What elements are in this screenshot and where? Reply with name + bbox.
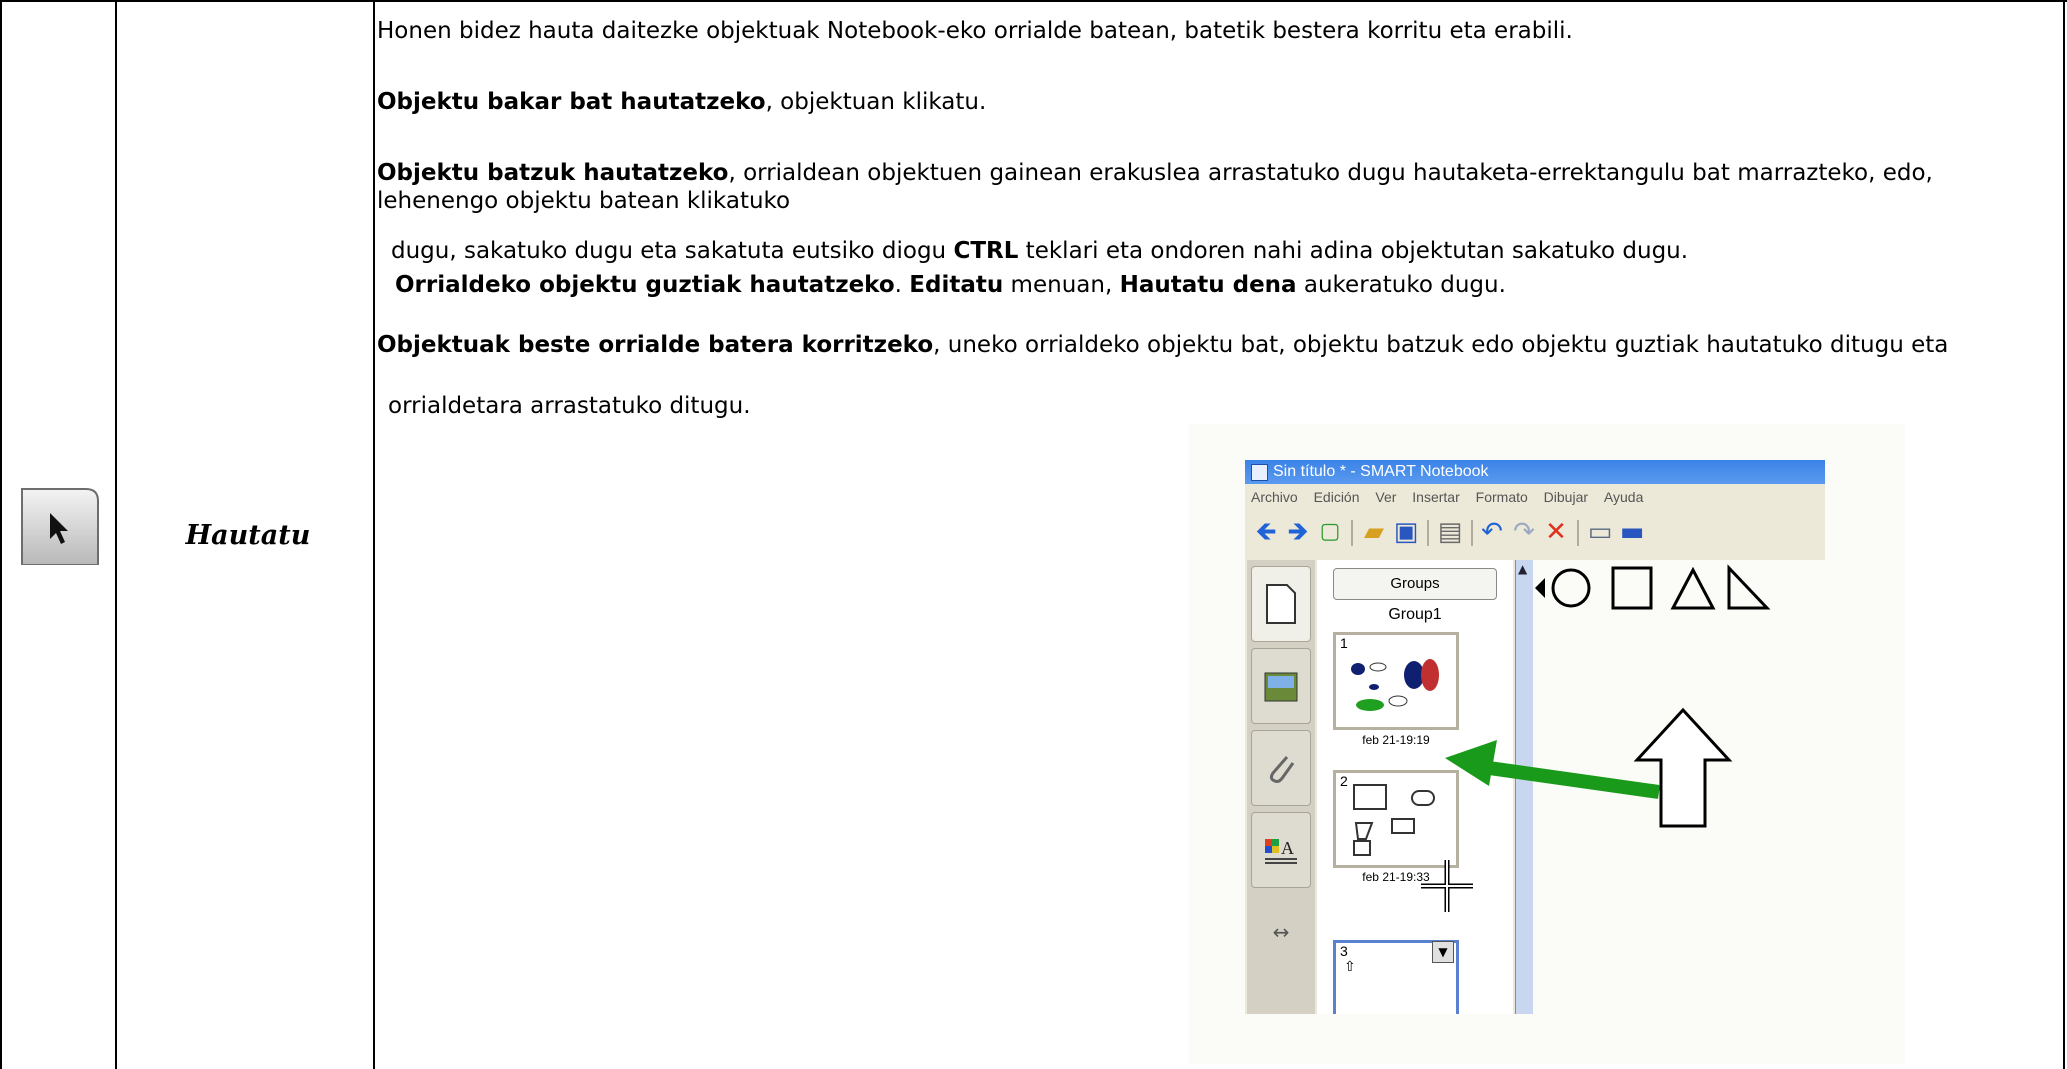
page-thumbnail-1[interactable]: 1: [1333, 632, 1459, 730]
menu-item-ayuda[interactable]: Ayuda: [1604, 489, 1643, 505]
groups-button[interactable]: Groups: [1333, 568, 1497, 600]
properties-tab[interactable]: A: [1251, 812, 1311, 888]
description-single-select: Objektu bakar bat hautatzeko, objektuan …: [377, 89, 986, 115]
page-menu-dropdown[interactable]: ▼: [1432, 941, 1454, 963]
square-shape: [1611, 566, 1653, 610]
right-triangle-shape: [1727, 564, 1771, 610]
move-cursor-icon: [1421, 860, 1473, 912]
select-tool-icon: [20, 487, 100, 566]
select-all-command: Hautatu dena: [1119, 272, 1297, 298]
svg-text:A: A: [1281, 838, 1294, 858]
menu-item-ver[interactable]: Ver: [1375, 489, 1396, 505]
tool-name: Hautatu: [185, 520, 311, 551]
triangle-shape: [1670, 566, 1716, 610]
monitor-icon[interactable]: ▬: [1617, 518, 1647, 546]
select-all-text-b: menuan,: [1003, 272, 1120, 298]
move-pages-text: , uneko orrialdeko objektu bat, objektu …: [933, 332, 1949, 358]
small-up-arrow-icon: ⇧: [1344, 959, 1356, 975]
table-left-border: [0, 0, 2, 1069]
drag-arrow-icon: [1445, 740, 1660, 799]
page-number: 3: [1340, 943, 1348, 959]
app-icon: [1251, 464, 1268, 481]
menu-item-dibujar[interactable]: Dibujar: [1544, 489, 1588, 505]
page-number: 2: [1340, 773, 1348, 789]
screen-shade-icon[interactable]: ▭: [1585, 518, 1615, 546]
description-move-pages: Objektuak beste orrialde batera korritze…: [377, 331, 2027, 359]
column-divider-1: [115, 0, 117, 1069]
description-select-all: Orrialdeko objektu guztiak hautatzeko. E…: [395, 272, 1506, 298]
menu-item-edicion[interactable]: Edición: [1314, 489, 1360, 505]
back-icon[interactable]: 🡸: [1251, 518, 1281, 546]
ctrl-key: CTRL: [953, 238, 1019, 264]
left-triangle-shape: [1535, 578, 1545, 598]
open-folder-icon[interactable]: ▰: [1359, 518, 1389, 546]
save-icon[interactable]: ▣: [1391, 518, 1421, 546]
attachments-tab[interactable]: [1251, 730, 1311, 806]
edit-menu-name: Editatu: [909, 272, 1004, 298]
table-top-border: [0, 0, 2067, 2]
notebook-screenshot: Sin título * - SMART Notebook Archivo Ed…: [1189, 424, 1905, 1064]
single-select-text: , objektuan klikatu.: [765, 89, 987, 115]
tool-table: Hautatu Honen bidez hauta daitezke objek…: [0, 0, 2067, 1069]
resize-arrows-icon[interactable]: ↔: [1257, 920, 1305, 944]
menu-item-insertar[interactable]: Insertar: [1412, 489, 1459, 505]
forward-icon[interactable]: 🡺: [1283, 518, 1313, 546]
menu-item-archivo[interactable]: Archivo: [1251, 489, 1298, 505]
page-1-shapes: [1351, 659, 1439, 711]
move-pages-heading: Objektuak beste orrialde batera korritze…: [377, 332, 934, 358]
paste-icon[interactable]: ▤: [1435, 518, 1465, 546]
table-right-border: [2063, 0, 2065, 1069]
side-tabs: A ↔: [1247, 560, 1315, 1014]
new-page-icon[interactable]: ▢: [1315, 518, 1345, 546]
multi-select-heading: Objektu batzuk hautatzeko: [377, 160, 729, 186]
notebook-window: Sin título * - SMART Notebook Archivo Ed…: [1245, 460, 1825, 1014]
paperclip-icon: [1269, 756, 1295, 783]
description-intro: Honen bidez hauta daitezke objektuak Not…: [377, 18, 1573, 44]
circle-shape: [1551, 568, 1591, 608]
select-all-text-a: .: [894, 272, 910, 298]
page-thumbnail-3[interactable]: 3 ⇧ ▼: [1333, 940, 1459, 1014]
group-label: Group1: [1388, 606, 1442, 623]
picture-icon: [1264, 672, 1298, 702]
toolbar-separator: [1577, 520, 1579, 546]
redo-icon[interactable]: ↷: [1509, 518, 1539, 546]
description-ctrl: dugu, sakatuko dugu eta sakatuta eutsiko…: [391, 238, 1688, 264]
description-move-pages-end: orrialdetara arrastatuko ditugu.: [388, 393, 751, 419]
select-all-text-c: aukeratuko dugu.: [1296, 272, 1506, 298]
description-multi-select: Objektu batzuk hautatzeko, orrialdean ob…: [377, 159, 2027, 215]
single-select-heading: Objektu bakar bat hautatzeko: [377, 89, 766, 115]
gallery-tab[interactable]: [1251, 648, 1311, 724]
page-number: 1: [1340, 635, 1348, 651]
toolbar-separator: [1471, 520, 1473, 546]
toolbar-separator: [1427, 520, 1429, 546]
menu-bar: Archivo Edición Ver Insertar Formato Dib…: [1245, 484, 1825, 510]
toolbar: 🡸 🡺 ▢ ▰ ▣ ▤ ↶ ↷ ✕ ▭ ▬: [1245, 510, 1825, 554]
ctrl-text-b: teklari eta ondoren nahi adina objektuta…: [1018, 238, 1689, 264]
toolbar-separator: [1351, 520, 1353, 546]
page-sorter-tab[interactable]: [1251, 566, 1311, 642]
properties-icon: A: [1265, 838, 1297, 864]
scroll-up-icon[interactable]: ▲: [1518, 562, 1527, 576]
select-all-heading: Orrialdeko objektu guztiak hautatzeko: [395, 272, 895, 298]
ctrl-text-a: dugu, sakatuko dugu eta sakatuta eutsiko…: [391, 238, 954, 264]
page-icon: [1266, 584, 1296, 624]
window-title: Sin título * - SMART Notebook: [1273, 463, 1489, 480]
window-titlebar: Sin título * - SMART Notebook: [1245, 460, 1825, 484]
undo-icon[interactable]: ↶: [1477, 518, 1507, 546]
menu-item-formato[interactable]: Formato: [1476, 489, 1528, 505]
delete-icon[interactable]: ✕: [1541, 518, 1571, 546]
